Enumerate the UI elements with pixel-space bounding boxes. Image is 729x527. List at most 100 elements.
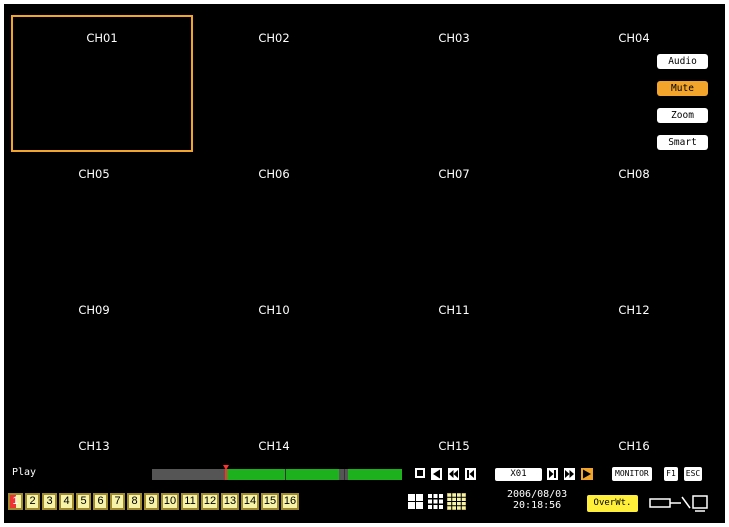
overwrite-indicator: OverWt. [587,495,638,512]
channel-label: CH16 [618,439,650,453]
channel-cell-ch14[interactable]: CH14 [184,412,364,456]
channel-select-label: 5 [80,495,87,507]
channel-label: CH07 [438,167,470,181]
fast-forward-icon [563,467,576,481]
channel-label: CH02 [258,31,290,45]
channel-select-label: 12 [203,495,217,507]
channel-select-14[interactable]: 14 [241,493,259,510]
channel-select-label: 4 [63,495,70,507]
zoom-button[interactable]: Zoom [657,108,708,123]
channel-select-label: 11 [184,495,196,507]
channel-select-label: 3 [46,495,53,507]
channel-cell-ch16[interactable]: CH16 [544,412,724,456]
channel-select-3[interactable]: 3 [42,493,57,510]
channel-grid: CH01 CH02 CH03 CH04 CH05 CH06 CH07 CH08 … [4,4,725,456]
channel-select-4[interactable]: 4 [59,493,74,510]
channel-label: CH11 [438,303,470,317]
channel-select-7[interactable]: 7 [110,493,125,510]
channel-cell-ch12[interactable]: CH12 [544,276,724,412]
timeline-bar[interactable] [152,465,402,480]
layout-4-split-button[interactable] [407,493,424,514]
channel-select-label: 15 [263,495,277,507]
channel-cell-ch10[interactable]: CH10 [184,276,364,412]
network-status-icon [649,494,711,518]
channel-cell-ch03[interactable]: CH03 [364,4,544,140]
channel-select-label: 2 [29,495,36,507]
channel-select-label: 16 [283,495,297,507]
playback-speed[interactable]: X01 [495,468,542,481]
rewind-button[interactable] [447,467,460,481]
network-link-icon [649,495,708,512]
f1-button[interactable]: F1 [664,467,678,481]
sixteen-layout-icon [446,492,467,511]
channel-cell-ch07[interactable]: CH07 [364,140,544,276]
play-button[interactable] [580,467,594,481]
channel-cell-ch06[interactable]: CH06 [184,140,364,276]
timeline-empty-segment [152,469,225,480]
stop-button[interactable] [414,467,426,479]
channel-select-6[interactable]: 6 [93,493,108,510]
channel-label: CH09 [78,303,110,317]
step-forward-button[interactable] [546,467,559,481]
channel-cell-ch01[interactable]: CH01 [11,15,193,152]
channel-cell-ch13[interactable]: CH13 [4,412,184,456]
channel-label: CH10 [258,303,290,317]
channel-select-15[interactable]: 15 [261,493,279,510]
channel-label: CH01 [86,31,118,45]
channel-label: CH03 [438,31,470,45]
channel-label: CH06 [258,167,290,181]
channel-select-1[interactable]: 1 [8,493,23,510]
channel-label: CH14 [258,439,290,453]
channel-cell-ch15[interactable]: CH15 [364,412,544,456]
time-text: 20:18:56 [513,500,562,511]
channel-label: CH04 [618,31,650,45]
channel-select-16[interactable]: 16 [281,493,299,510]
layout-16-split-button[interactable] [446,492,467,514]
smart-button[interactable]: Smart [657,135,708,150]
dvr-screen: CH01 CH02 CH03 CH04 CH05 CH06 CH07 CH08 … [4,4,725,523]
timeline-divider [344,469,345,480]
step-back-button[interactable] [464,467,477,481]
channel-label: CH12 [618,303,650,317]
monitor-button[interactable]: MONITOR [612,467,652,481]
step-forward-icon [546,467,559,481]
channel-label: CH05 [78,167,110,181]
channel-label: CH15 [438,439,470,453]
reverse-play-icon [430,467,443,481]
timeline-divider [285,469,286,480]
play-mode-label: Play [12,467,37,478]
channel-select-label: 8 [131,495,138,507]
play-icon [580,467,594,481]
channel-cell-ch11[interactable]: CH11 [364,276,544,412]
channel-select-label: 9 [148,495,155,507]
channel-select-label: 1 [12,495,19,507]
datetime-display: 2006/08/03 20:18:56 [507,489,567,511]
fast-forward-button[interactable] [563,467,576,481]
channel-cell-ch05[interactable]: CH05 [4,140,184,276]
channel-select-label: 7 [114,495,121,507]
bottom-bar: 1 2 3 4 5 6 7 8 9 10 11 12 13 14 15 16 2… [4,489,725,520]
playback-bar: Play X01 MONITOR F1 ESC [4,465,725,485]
channel-select-9[interactable]: 9 [144,493,159,510]
channel-label: CH13 [78,439,110,453]
channel-cell-ch09[interactable]: CH09 [4,276,184,412]
channel-select-label: 6 [97,495,104,507]
channel-select-2[interactable]: 2 [25,493,40,510]
channel-select-10[interactable]: 10 [161,493,179,510]
side-button-panel: Audio Mute Zoom Smart [657,54,715,162]
timeline-position-marker[interactable] [223,465,229,481]
reverse-play-button[interactable] [430,467,443,481]
channel-select-8[interactable]: 8 [127,493,142,510]
mute-button[interactable]: Mute [657,81,708,96]
rewind-icon [447,467,460,481]
channel-select-12[interactable]: 12 [201,493,219,510]
date-text: 2006/08/03 [507,489,568,500]
channel-select-13[interactable]: 13 [221,493,239,510]
esc-button[interactable]: ESC [684,467,702,481]
channel-select-11[interactable]: 11 [181,493,199,510]
channel-select-label: 13 [223,495,237,507]
layout-9-split-button[interactable] [427,493,444,514]
channel-cell-ch02[interactable]: CH02 [184,4,364,140]
channel-select-5[interactable]: 5 [76,493,91,510]
audio-button[interactable]: Audio [657,54,708,69]
